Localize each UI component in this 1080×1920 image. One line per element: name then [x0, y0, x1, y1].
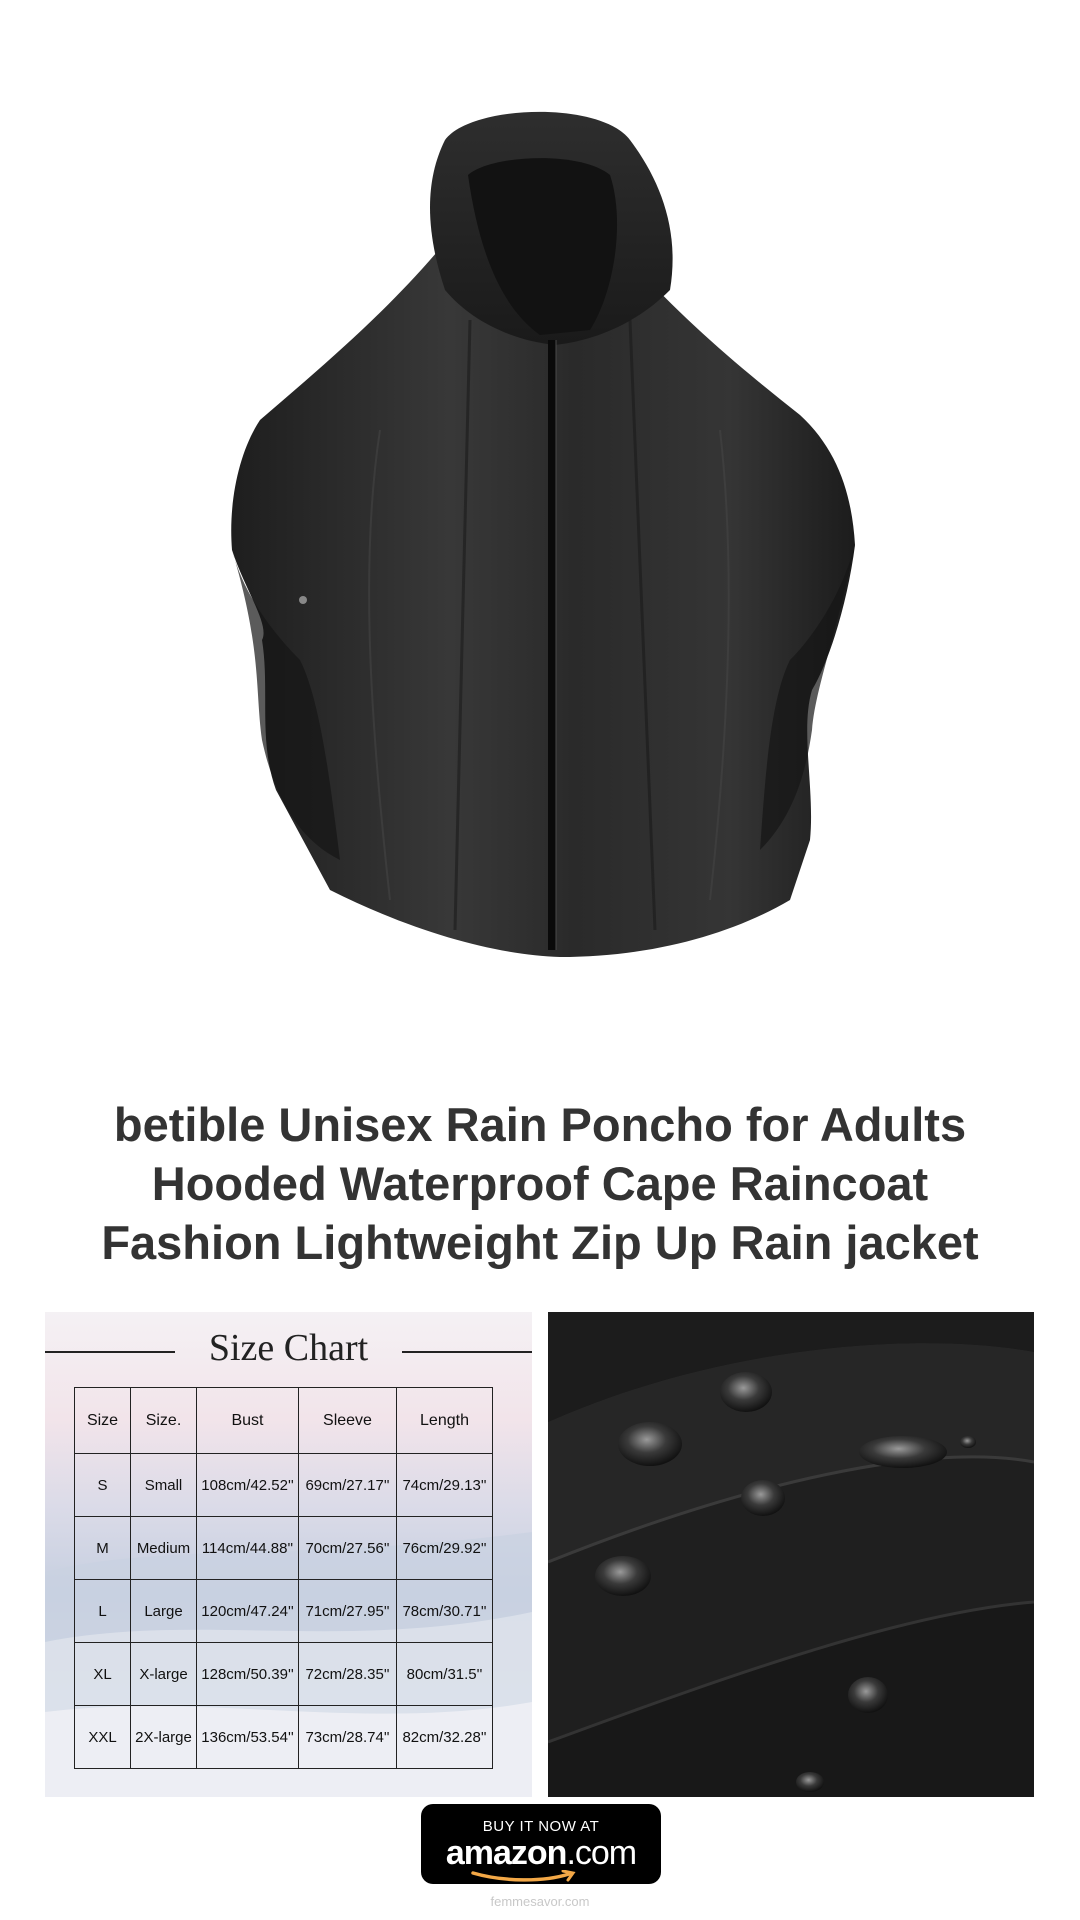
size-chart-title: Size Chart — [208, 1327, 369, 1369]
table-cell: S — [74, 1453, 131, 1518]
header-cell: Size — [74, 1386, 131, 1455]
table-cell: 82cm/32.28'' — [396, 1705, 493, 1769]
table-cell: Small — [130, 1453, 197, 1518]
size-table: Size Size. Bust Sleeve Length S Small 10… — [74, 1386, 493, 1769]
table-cell: 70cm/27.56'' — [298, 1516, 397, 1581]
table-cell: 72cm/28.35'' — [298, 1642, 397, 1707]
table-cell: 76cm/29.92'' — [396, 1516, 493, 1581]
table-cell: 73cm/28.74'' — [298, 1705, 397, 1769]
amazon-smile-icon — [471, 1870, 576, 1882]
product-title-line-2: Hooded Waterproof Cape Raincoat — [151, 1157, 929, 1210]
product-title: betible Unisex Rain Poncho for Adults Ho… — [40, 1095, 1040, 1272]
amazon-logo: amazon.com — [421, 1834, 661, 1873]
fabric-closeup — [548, 1312, 1034, 1797]
table-row: L Large 120cm/47.24'' 71cm/27.95'' 78cm/… — [74, 1579, 493, 1644]
size-table-header: Size Size. Bust Sleeve Length — [74, 1386, 493, 1455]
size-chart-heading: Size Chart — [45, 1324, 532, 1372]
size-chart-image: Size Chart Size Size. Bust Sleeve Length… — [45, 1312, 532, 1797]
table-row: XL X-large 128cm/50.39'' 72cm/28.35'' 80… — [74, 1642, 493, 1707]
header-cell: Bust — [196, 1386, 299, 1455]
table-cell: 69cm/27.17'' — [298, 1453, 397, 1518]
poncho-product-image — [231, 111, 856, 957]
table-cell: X-large — [130, 1642, 197, 1707]
table-cell: 78cm/30.71'' — [396, 1579, 493, 1644]
table-cell: 128cm/50.39'' — [196, 1642, 299, 1707]
table-row: M Medium 114cm/44.88'' 70cm/27.56'' 76cm… — [74, 1516, 493, 1581]
table-cell: L — [74, 1579, 131, 1644]
table-cell: 114cm/44.88'' — [196, 1516, 299, 1581]
buy-it-now-text: BUY IT NOW AT — [482, 1818, 600, 1835]
header-cell: Sleeve — [298, 1386, 397, 1455]
header-cell: Length — [396, 1386, 493, 1455]
table-cell: 74cm/29.13'' — [396, 1453, 493, 1518]
amazon-brand-text: amazon — [445, 1834, 568, 1872]
table-cell: 108cm/42.52'' — [196, 1453, 299, 1518]
table-cell: 80cm/31.5'' — [396, 1642, 493, 1707]
table-cell: 71cm/27.95'' — [298, 1579, 397, 1644]
buy-on-amazon-button[interactable]: BUY IT NOW AT amazon.com — [421, 1804, 661, 1884]
table-cell: XXL — [74, 1705, 131, 1769]
table-cell: XL — [74, 1642, 131, 1707]
table-cell: 2X-large — [130, 1705, 197, 1769]
table-cell: Medium — [130, 1516, 197, 1581]
amazon-domain-suffix: .com — [566, 1834, 637, 1872]
heading-rule-right — [402, 1351, 532, 1353]
table-cell: M — [74, 1516, 131, 1581]
table-cell: Large — [130, 1579, 197, 1644]
table-row: XXL 2X-large 136cm/53.54'' 73cm/28.74'' … — [74, 1705, 493, 1769]
header-cell: Size. — [130, 1386, 197, 1455]
table-cell: 120cm/47.24'' — [196, 1579, 299, 1644]
product-title-line-1: betible Unisex Rain Poncho for Adults — [113, 1098, 967, 1151]
table-cell: 136cm/53.54'' — [196, 1705, 299, 1769]
site-watermark: femmesavor.com — [490, 1894, 590, 1909]
table-row: S Small 108cm/42.52'' 69cm/27.17'' 74cm/… — [74, 1453, 493, 1518]
fabric-waterproof-image — [548, 1312, 1034, 1797]
product-title-line-3: Fashion Lightweight Zip Up Rain jacket — [101, 1216, 979, 1269]
